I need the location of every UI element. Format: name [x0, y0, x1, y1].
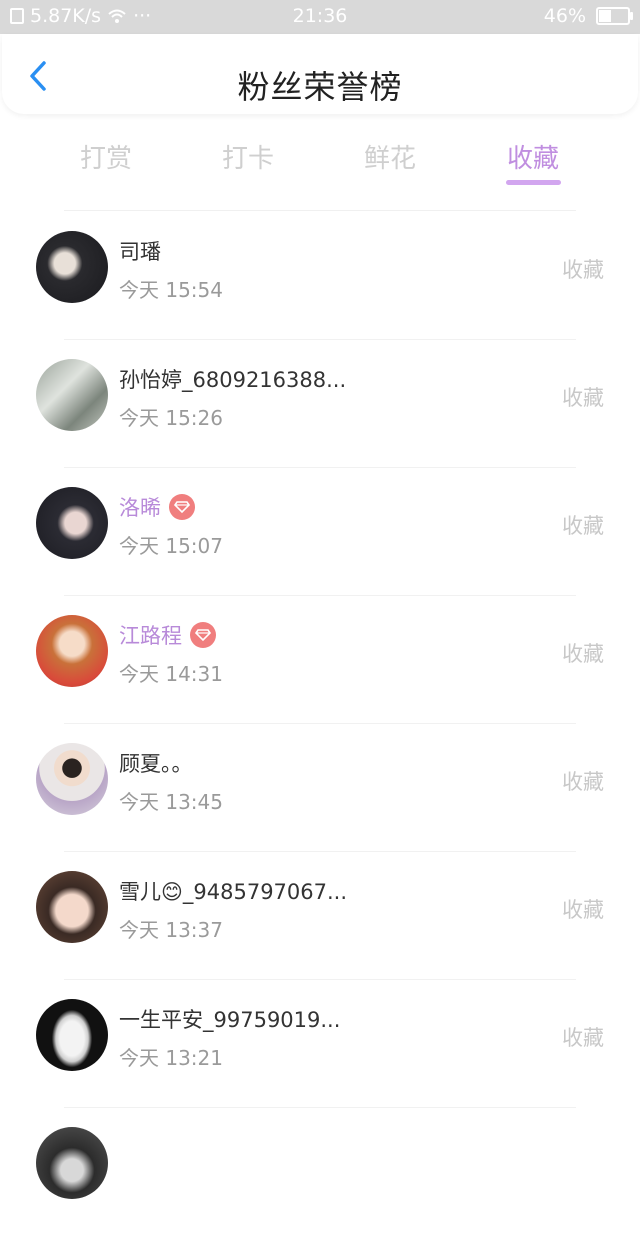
list-item[interactable]: 孙怡婷_6809216388... 今天 15:26 收藏 [0, 340, 640, 468]
avatar [36, 359, 108, 431]
list-item[interactable] [0, 1108, 640, 1236]
list-item[interactable]: 江路程 今天 14:31 收藏 [0, 596, 640, 724]
page-title: 粉丝荣誉榜 [237, 68, 403, 106]
timestamp: 今天 13:21 [119, 1046, 223, 1070]
timestamp: 今天 14:31 [119, 662, 223, 686]
list-item[interactable]: 司璠 今天 15:54 收藏 [0, 212, 640, 340]
user-name: 江路程 [119, 624, 182, 648]
timestamp: 今天 15:07 [119, 534, 223, 558]
tabs-divider [64, 210, 576, 211]
avatar [36, 743, 108, 815]
action-label: 收藏 [562, 1026, 604, 1050]
user-name: 一生平安_99759019... [119, 1008, 341, 1032]
timestamp: 今天 15:26 [119, 406, 223, 430]
list-item[interactable]: 洛晞 今天 15:07 收藏 [0, 468, 640, 596]
avatar [36, 871, 108, 943]
avatar [36, 999, 108, 1071]
tab-flowers[interactable]: 鲜花 [350, 138, 430, 175]
avatar [36, 615, 108, 687]
avatar [36, 231, 108, 303]
user-name: 司璠 [119, 240, 161, 264]
action-label: 收藏 [562, 514, 604, 538]
tab-tip[interactable]: 打赏 [66, 138, 146, 175]
action-label: 收藏 [562, 642, 604, 666]
status-right: 46% [543, 5, 633, 27]
active-tab-indicator [506, 180, 561, 185]
battery-icon [596, 7, 633, 25]
tab-favorites[interactable]: 收藏 [493, 138, 573, 175]
header: 粉丝荣誉榜 [2, 34, 638, 114]
user-name: 孙怡婷_6809216388... [119, 368, 347, 392]
tab-checkin[interactable]: 打卡 [208, 138, 288, 175]
diamond-badge-icon [190, 622, 216, 648]
status-bar: 5.87K/s ··· 21:36 46% [0, 0, 640, 34]
timestamp: 今天 13:45 [119, 790, 223, 814]
list-item[interactable]: 一生平安_99759019... 今天 13:21 收藏 [0, 980, 640, 1108]
list-item[interactable]: 雪儿😊_9485797067... 今天 13:37 收藏 [0, 852, 640, 980]
battery-percent: 46% [543, 5, 586, 27]
action-label: 收藏 [562, 386, 604, 410]
tab-bar: 打赏 打卡 鲜花 收藏 [0, 114, 640, 210]
user-name: 洛晞 [119, 496, 161, 520]
diamond-badge-icon [169, 494, 195, 520]
timestamp: 今天 15:54 [119, 278, 223, 302]
user-name: 顾夏。。 [119, 752, 193, 776]
list-item[interactable]: 顾夏。。 今天 13:45 收藏 [0, 724, 640, 852]
user-name: 雪儿😊_9485797067... [119, 880, 348, 904]
action-label: 收藏 [562, 258, 604, 282]
timestamp: 今天 13:37 [119, 918, 223, 942]
fan-list: 司璠 今天 15:54 收藏 孙怡婷_6809216388... 今天 15:2… [0, 212, 640, 1236]
avatar [36, 487, 108, 559]
action-label: 收藏 [562, 770, 604, 794]
action-label: 收藏 [562, 898, 604, 922]
